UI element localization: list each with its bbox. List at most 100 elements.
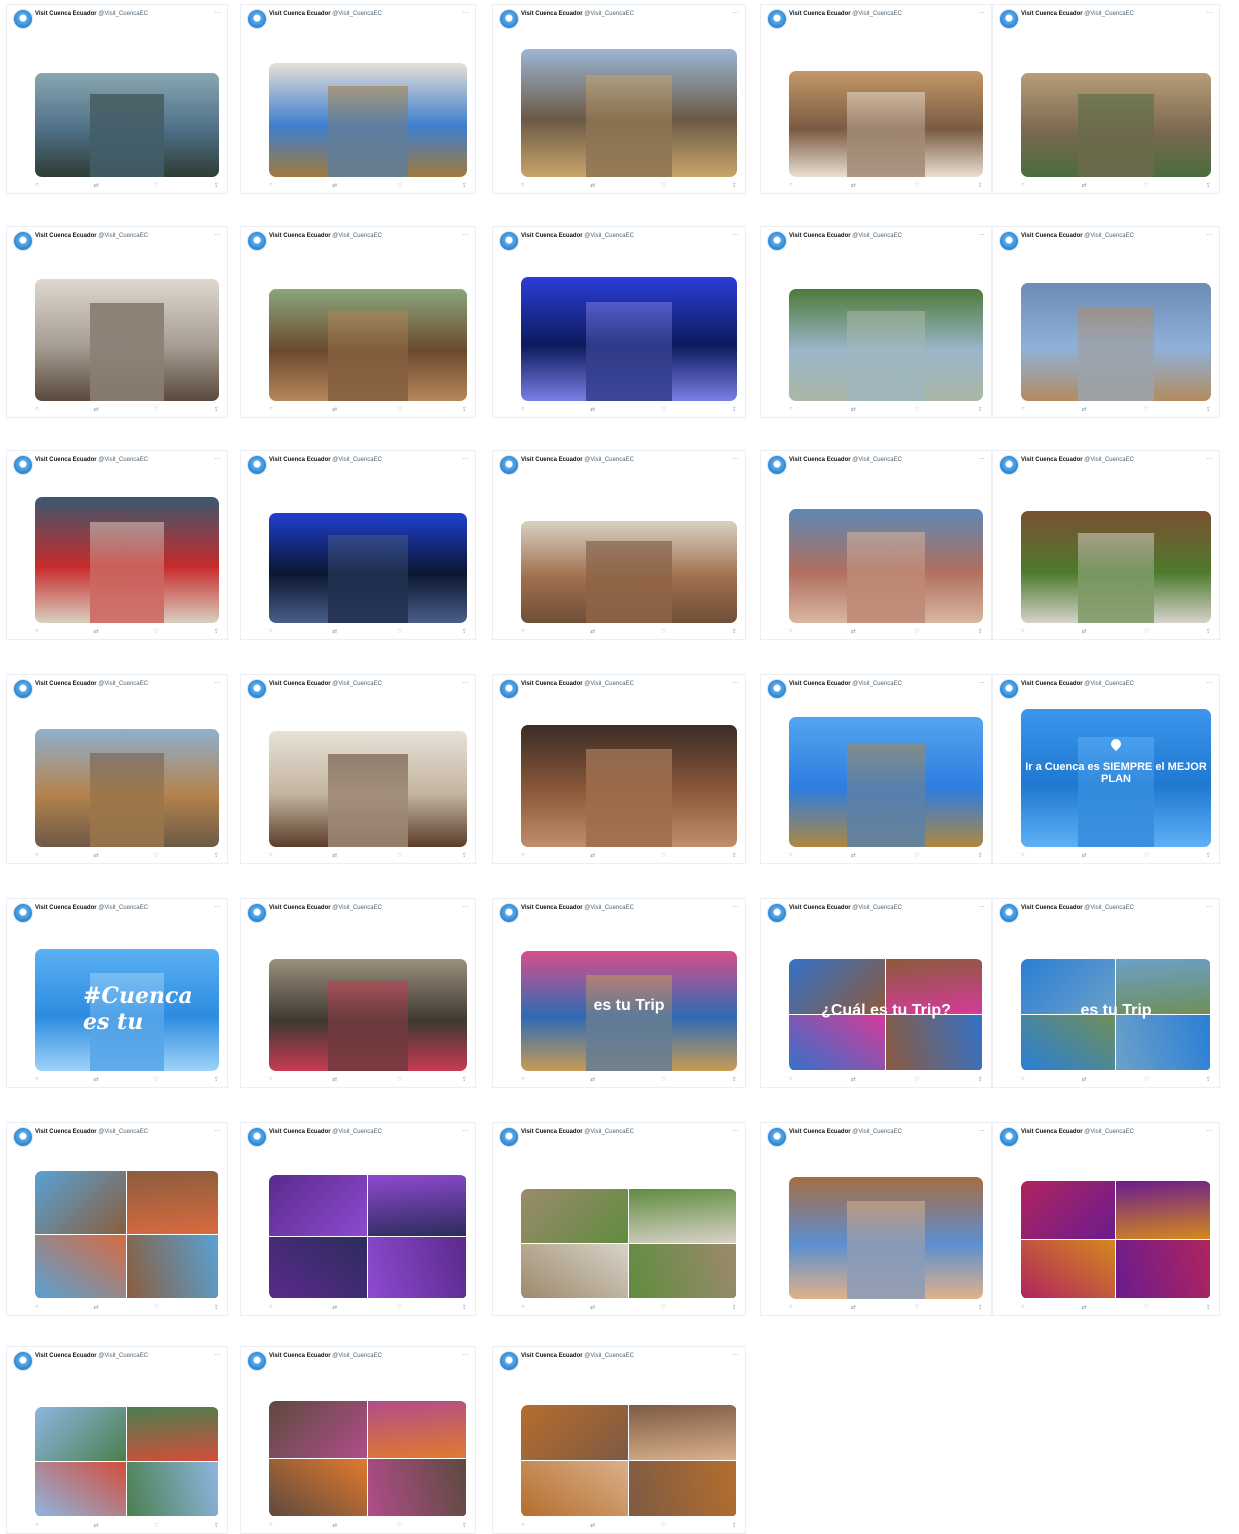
account-handle[interactable]: @Visit_CuencaEC bbox=[851, 233, 902, 239]
retweet-icon[interactable]: ⇄ bbox=[1082, 852, 1087, 860]
reply-icon[interactable]: ○ bbox=[269, 182, 273, 190]
account-name[interactable]: Visit Cuenca Ecuador bbox=[35, 681, 97, 687]
like-icon[interactable]: ♡ bbox=[1144, 182, 1149, 190]
media-cell[interactable] bbox=[35, 1407, 126, 1461]
more-icon[interactable]: … bbox=[1206, 454, 1213, 461]
account-handle[interactable]: @Visit_CuencaEC bbox=[97, 233, 148, 239]
share-icon[interactable]: ⇪ bbox=[462, 852, 467, 860]
account-name[interactable]: Visit Cuenca Ecuador bbox=[521, 905, 583, 911]
more-icon[interactable]: … bbox=[214, 1350, 221, 1357]
reply-icon[interactable]: ○ bbox=[35, 1304, 39, 1312]
tweet-card[interactable]: Visit Cuenca Ecuador @Visit_CuencaEC… ○ ⇄ ♡… bbox=[760, 674, 992, 864]
like-icon[interactable]: ♡ bbox=[397, 182, 402, 190]
account-handle[interactable]: @Visit_CuencaEC bbox=[583, 233, 634, 239]
retweet-icon[interactable]: ⇄ bbox=[590, 628, 595, 636]
tweet-card[interactable]: Visit Cuenca Ecuador @Visit_CuencaEC… ○ ⇄ ♡… bbox=[492, 674, 746, 864]
account-name[interactable]: Visit Cuenca Ecuador bbox=[35, 1353, 97, 1359]
more-icon[interactable]: … bbox=[978, 678, 985, 685]
tweet-card[interactable]: Visit Cuenca Ecuador @Visit_CuencaEC… ○ ⇄ ♡… bbox=[6, 674, 228, 864]
share-icon[interactable]: ⇪ bbox=[1206, 1304, 1211, 1312]
more-icon[interactable]: … bbox=[462, 1126, 469, 1133]
account-name[interactable]: Visit Cuenca Ecuador bbox=[269, 11, 331, 17]
tweet-media[interactable] bbox=[789, 289, 983, 401]
retweet-icon[interactable]: ⇄ bbox=[851, 1076, 856, 1084]
reply-icon[interactable]: ○ bbox=[269, 1076, 273, 1084]
avatar[interactable] bbox=[13, 455, 33, 475]
avatar[interactable] bbox=[247, 231, 267, 251]
tweet-card[interactable]: Visit Cuenca Ecuador @Visit_CuencaEC… ¿Cu… bbox=[760, 898, 992, 1088]
more-icon[interactable]: … bbox=[732, 1126, 739, 1133]
reply-icon[interactable]: ○ bbox=[35, 406, 39, 414]
like-icon[interactable]: ♡ bbox=[914, 852, 919, 860]
avatar[interactable] bbox=[13, 9, 33, 29]
tweet-card[interactable]: Visit Cuenca Ecuador @Visit_CuencaEC… ○ ⇄ ♡… bbox=[492, 450, 746, 640]
share-icon[interactable]: ⇪ bbox=[214, 182, 219, 190]
share-icon[interactable]: ⇪ bbox=[462, 1076, 467, 1084]
like-icon[interactable]: ♡ bbox=[397, 1522, 402, 1530]
tweet-card[interactable]: Visit Cuenca Ecuador @Visit_CuencaEC… ○ ⇄ ♡… bbox=[6, 1346, 228, 1534]
like-icon[interactable]: ♡ bbox=[914, 1304, 919, 1312]
media-cell[interactable] bbox=[368, 1459, 466, 1516]
account-handle[interactable]: @Visit_CuencaEC bbox=[97, 457, 148, 463]
avatar[interactable] bbox=[247, 9, 267, 29]
like-icon[interactable]: ♡ bbox=[397, 406, 402, 414]
avatar[interactable] bbox=[247, 1351, 267, 1371]
reply-icon[interactable]: ○ bbox=[1021, 1304, 1025, 1312]
reply-icon[interactable]: ○ bbox=[1021, 182, 1025, 190]
account-name[interactable]: Visit Cuenca Ecuador bbox=[521, 457, 583, 463]
like-icon[interactable]: ♡ bbox=[661, 628, 666, 636]
reply-icon[interactable]: ○ bbox=[789, 1304, 793, 1312]
tweet-media[interactable] bbox=[35, 729, 219, 847]
media-cell[interactable] bbox=[629, 1244, 736, 1298]
avatar[interactable] bbox=[499, 903, 519, 923]
account-name[interactable]: Visit Cuenca Ecuador bbox=[269, 1129, 331, 1135]
account-handle[interactable]: @Visit_CuencaEC bbox=[97, 681, 148, 687]
reply-icon[interactable]: ○ bbox=[269, 1304, 273, 1312]
like-icon[interactable]: ♡ bbox=[914, 1076, 919, 1084]
account-name[interactable]: Visit Cuenca Ecuador bbox=[1021, 11, 1083, 17]
media-cell[interactable] bbox=[269, 1175, 367, 1236]
tweet-card[interactable]: Visit Cuenca Ecuador @Visit_CuencaEC… ○ ⇄ ♡… bbox=[240, 1346, 476, 1534]
retweet-icon[interactable]: ⇄ bbox=[851, 1304, 856, 1312]
like-icon[interactable]: ♡ bbox=[1144, 628, 1149, 636]
tweet-media[interactable] bbox=[269, 289, 467, 401]
more-icon[interactable]: … bbox=[978, 902, 985, 909]
retweet-icon[interactable]: ⇄ bbox=[1082, 182, 1087, 190]
retweet-icon[interactable]: ⇄ bbox=[590, 1522, 595, 1530]
media-cell[interactable] bbox=[629, 1189, 736, 1243]
like-icon[interactable]: ♡ bbox=[154, 406, 159, 414]
media-cell[interactable] bbox=[629, 1461, 736, 1516]
retweet-icon[interactable]: ⇄ bbox=[332, 1522, 337, 1530]
share-icon[interactable]: ⇪ bbox=[462, 628, 467, 636]
account-name[interactable]: Visit Cuenca Ecuador bbox=[35, 457, 97, 463]
more-icon[interactable]: … bbox=[978, 1126, 985, 1133]
avatar[interactable] bbox=[999, 903, 1019, 923]
more-icon[interactable]: … bbox=[1206, 1126, 1213, 1133]
share-icon[interactable]: ⇪ bbox=[978, 1304, 983, 1312]
account-handle[interactable]: @Visit_CuencaEC bbox=[1083, 233, 1134, 239]
retweet-icon[interactable]: ⇄ bbox=[332, 628, 337, 636]
retweet-icon[interactable]: ⇄ bbox=[851, 406, 856, 414]
avatar[interactable] bbox=[499, 231, 519, 251]
tweet-card[interactable]: Visit Cuenca Ecuador @Visit_CuencaEC… ○ ⇄ ♡… bbox=[492, 226, 746, 418]
more-icon[interactable]: … bbox=[1206, 230, 1213, 237]
account-name[interactable]: Visit Cuenca Ecuador bbox=[789, 457, 851, 463]
share-icon[interactable]: ⇪ bbox=[978, 628, 983, 636]
account-handle[interactable]: @Visit_CuencaEC bbox=[331, 1353, 382, 1359]
account-name[interactable]: Visit Cuenca Ecuador bbox=[1021, 457, 1083, 463]
media-cell[interactable] bbox=[521, 1189, 628, 1243]
retweet-icon[interactable]: ⇄ bbox=[1082, 628, 1087, 636]
tweet-card[interactable]: Visit Cuenca Ecuador @Visit_CuencaEC… ○ ⇄ ♡… bbox=[240, 898, 476, 1088]
reply-icon[interactable]: ○ bbox=[35, 182, 39, 190]
like-icon[interactable]: ♡ bbox=[661, 182, 666, 190]
more-icon[interactable]: … bbox=[732, 8, 739, 15]
share-icon[interactable]: ⇪ bbox=[462, 1304, 467, 1312]
tweet-card[interactable]: Visit Cuenca Ecuador @Visit_CuencaEC… es … bbox=[992, 898, 1220, 1088]
account-name[interactable]: Visit Cuenca Ecuador bbox=[35, 1129, 97, 1135]
share-icon[interactable]: ⇪ bbox=[732, 406, 737, 414]
account-handle[interactable]: @Visit_CuencaEC bbox=[851, 11, 902, 17]
retweet-icon[interactable]: ⇄ bbox=[851, 852, 856, 860]
reply-icon[interactable]: ○ bbox=[269, 628, 273, 636]
tweet-media[interactable]: es tu Trip bbox=[1021, 959, 1211, 1071]
like-icon[interactable]: ♡ bbox=[914, 182, 919, 190]
